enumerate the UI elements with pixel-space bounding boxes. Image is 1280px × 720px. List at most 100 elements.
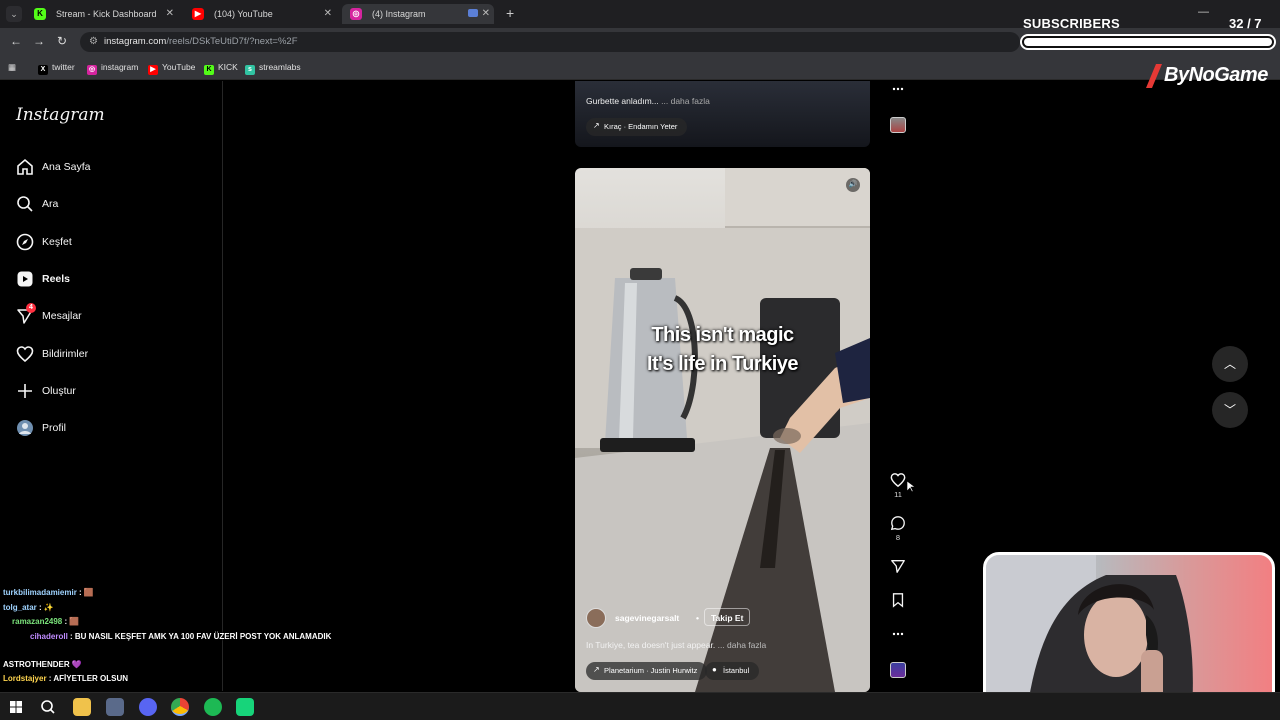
separator: • [696, 613, 699, 623]
bookmark-label: twitter [52, 62, 75, 72]
minimize-icon[interactable]: — [1198, 6, 1209, 18]
music-pill[interactable]: ↗ Kıraç · Endamın Yeter [586, 118, 688, 136]
file-explorer-icon[interactable] [73, 698, 91, 716]
follow-button[interactable]: Takip Et [704, 608, 751, 626]
bookmark-youtube[interactable]: ▶ YouTube [148, 62, 195, 75]
author-avatar[interactable] [586, 608, 606, 628]
avatar [17, 420, 33, 436]
sidebar-item-home[interactable]: Ana Sayfa [16, 158, 206, 182]
share-icon [891, 560, 905, 573]
bookmark-label: YouTube [162, 62, 196, 72]
close-icon[interactable]: ✕ [324, 8, 332, 19]
subscriber-goal-fill [1024, 38, 1272, 46]
chrome-icon[interactable] [171, 698, 189, 716]
comment-button[interactable]: 8 [889, 515, 907, 542]
reel-author: sagevinegarsalt • Takip Et [586, 608, 866, 628]
share-button[interactable] [889, 558, 907, 574]
tab-search-button[interactable]: ⌄ [6, 6, 22, 22]
tab-instagram[interactable]: ◎ (4) Instagram ✕ [342, 4, 494, 24]
chat-user: Lordstajyer [3, 674, 47, 683]
sidebar-item-create[interactable]: Oluştur [16, 382, 206, 406]
back-arrow-icon[interactable]: ← [10, 34, 22, 48]
bookmark-label: KICK [218, 62, 238, 72]
music-arrow-icon: ↗ [593, 665, 600, 674]
reel-caption: In Turkiye, tea doesn't just appear. ...… [586, 640, 766, 650]
sidebar-item-search[interactable]: Ara [16, 195, 206, 219]
chat-user: cihaderoll [30, 632, 68, 641]
more-options-button[interactable] [889, 627, 907, 641]
tab-title: Stream - Kick Dashboard [56, 9, 157, 19]
previous-reel[interactable]: Gurbette anladım... ... daha fazla ↗ Kıra… [575, 81, 870, 147]
chat-user: ASTROTHENDER [3, 660, 70, 669]
screen: ⌄ K Stream - Kick Dashboard ✕ ▶ (104) Yo… [0, 0, 1280, 720]
like-button[interactable]: 11 [889, 472, 907, 499]
previous-reel-button[interactable]: ︿ [1212, 346, 1248, 382]
save-button[interactable] [889, 592, 907, 608]
sidebar-item-label: Mesajlar [42, 310, 82, 322]
webcam-overlay [983, 552, 1275, 714]
close-icon[interactable]: ✕ [166, 8, 174, 19]
instagram-logo[interactable]: Instagram [16, 105, 105, 125]
explore-icon [16, 233, 34, 251]
tab-kick-dashboard[interactable]: K Stream - Kick Dashboard ✕ [26, 4, 178, 24]
windows-start-icon[interactable] [7, 698, 25, 716]
sidebar-item-label: Keşfet [42, 236, 72, 248]
music-pill[interactable]: ↗ Planetarium · Justin Hurwitz [586, 662, 708, 680]
home-icon [17, 158, 33, 175]
more-link[interactable]: ... daha fazla [661, 96, 710, 106]
address-bar[interactable]: ⚙ instagram.com/reels/DSkTeUtiD7f/?next=… [80, 32, 1020, 52]
new-tab-button[interactable]: + [506, 5, 514, 21]
caption-text: In Turkiye, tea doesn't just appear. [586, 640, 716, 650]
reload-icon[interactable]: ↻ [57, 34, 67, 48]
reels-icon [17, 271, 33, 287]
search-icon [17, 196, 33, 212]
audio-thumbnail[interactable] [890, 117, 906, 133]
volume-icon[interactable]: 🔊 [846, 178, 860, 192]
audio-thumbnail[interactable] [890, 662, 906, 678]
next-reel-button[interactable]: ﹀ [1212, 392, 1248, 428]
forward-arrow-icon[interactable]: → [33, 34, 45, 48]
more-icon [892, 87, 904, 91]
video-overlay-text: It's life in Turkiye [646, 353, 799, 375]
sidebar-item-reels[interactable]: Reels [16, 270, 206, 294]
chat-text: ✨ [43, 603, 54, 612]
bookmark-kick[interactable]: K KICK [204, 62, 238, 75]
sidebar-item-label: Oluştur [42, 385, 76, 397]
bookmark-streamlabs[interactable]: s streamlabs [245, 62, 301, 75]
sidebar-item-profile[interactable]: Profil [16, 419, 206, 443]
apps-grid-icon[interactable]: ▦ [8, 62, 16, 73]
sidebar-item-notifications[interactable]: Bildirimler [16, 345, 206, 369]
location-pill[interactable]: ● İstanbul [705, 662, 760, 680]
app-icon[interactable] [106, 698, 124, 716]
author-username[interactable]: sagevinegarsalt [615, 613, 679, 623]
chat-message: ramazan2498 : 🟫 [12, 617, 80, 626]
more-options-button[interactable] [889, 82, 907, 96]
streamlabs-icon[interactable] [236, 698, 254, 716]
x-icon: X [38, 65, 48, 75]
discord-icon[interactable] [139, 698, 157, 716]
more-link[interactable]: ... daha fazla [718, 640, 767, 650]
subscriber-goal-label: SUBSCRIBERS [1023, 16, 1120, 31]
spotify-icon[interactable] [204, 698, 222, 716]
more-icon [892, 632, 904, 636]
youtube-favicon-icon: ▶ [192, 8, 204, 20]
bookmark-twitter[interactable]: Xtwitter [38, 62, 75, 75]
chat-text: 💜 [71, 660, 82, 669]
create-icon [18, 384, 32, 398]
tab-youtube[interactable]: ▶ (104) YouTube ✕ [184, 4, 336, 24]
site-info-icon[interactable]: ⚙ [89, 36, 98, 47]
sidebar-item-explore[interactable]: Keşfet [16, 233, 206, 257]
close-icon[interactable]: ✕ [482, 8, 490, 19]
reel-video[interactable]: 🔊 This isn't magic It's life in Turkiye … [575, 168, 870, 692]
chat-message: tolg_atar : ✨ [3, 603, 54, 612]
sidebar-item-label: Ara [42, 198, 59, 210]
os-taskbar [0, 692, 1280, 720]
youtube-icon: ▶ [148, 65, 158, 75]
bookmark-instagram[interactable]: ◎ instagram [87, 62, 138, 75]
taskbar-search-icon[interactable] [39, 698, 57, 716]
sidebar-item-label: Ana Sayfa [42, 161, 91, 173]
bookmark-label: streamlabs [259, 62, 301, 72]
search-icon [41, 700, 55, 714]
sidebar-item-messages[interactable]: 4 Mesajlar [16, 303, 206, 331]
comment-count: 8 [895, 533, 901, 542]
